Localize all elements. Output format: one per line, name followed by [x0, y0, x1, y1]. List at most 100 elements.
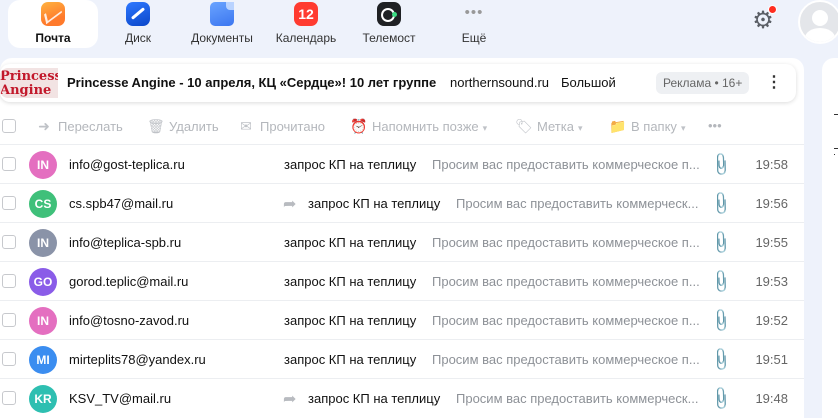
sender-address: info@gost-teplica.ru — [69, 157, 185, 172]
panel-mark — [834, 154, 835, 155]
sender-address: info@teplica-spb.ru — [69, 235, 182, 250]
chevron-down-icon: ▾ — [680, 123, 686, 133]
sender-address: gorod.teplic@mail.ru — [69, 274, 189, 289]
email-subject: запрос КП на теплицу — [308, 391, 441, 406]
folder-icon: 📁 — [609, 118, 627, 134]
ad-banner[interactable]: Princesse Angine Princesse Angine - 10 а… — [0, 64, 796, 102]
attachment-icon: 📎 — [707, 269, 734, 296]
sender-avatar: IN — [29, 229, 57, 257]
sender-address: cs.spb47@mail.ru — [69, 196, 174, 211]
sender-avatar: CS — [29, 190, 57, 218]
email-snippet: Просим вас предоставить коммерческое п..… — [432, 274, 700, 289]
app-documents[interactable]: Документы — [177, 0, 267, 48]
move-to-folder-button[interactable]: 📁 В папку ▾ — [609, 117, 685, 135]
email-time: 19:52 — [755, 313, 788, 328]
app-switcher-bar: Почта Диск Документы 12 Календарь Телемо… — [0, 0, 838, 54]
row-checkbox[interactable] — [2, 157, 16, 171]
tag-icon: 🏷 — [515, 118, 533, 134]
email-time: 19:55 — [755, 235, 788, 250]
envelope-open-icon: ✉ — [240, 118, 252, 134]
ad-menu-icon[interactable]: ⋮ — [766, 72, 782, 94]
attachment-icon: 📎 — [707, 308, 734, 335]
app-label: Документы — [191, 31, 253, 45]
ad-extra-text: Большой — [561, 75, 616, 90]
panel-mark — [834, 114, 838, 115]
app-disk[interactable]: Диск — [93, 0, 183, 48]
more-actions-button[interactable]: ••• — [708, 117, 722, 135]
ad-title[interactable]: Princesse Angine - 10 апреля, КЦ «Сердце… — [67, 75, 436, 90]
email-time: 19:48 — [755, 391, 788, 406]
email-subject: запрос КП на теплицу — [284, 313, 417, 328]
toolbar-label: Напомнить позже — [372, 119, 479, 134]
email-row[interactable]: MI mirteplits78@yandex.ru запрос КП на т… — [0, 339, 804, 378]
toolbar-label: Удалить — [169, 119, 219, 134]
label-button[interactable]: 🏷 Метка ▾ — [515, 117, 582, 135]
attachment-icon: 📎 — [707, 386, 734, 413]
attachment-icon: 📎 — [707, 191, 734, 218]
user-avatar[interactable] — [798, 0, 838, 44]
email-time: 19:56 — [755, 196, 788, 211]
email-time: 19:51 — [755, 352, 788, 367]
email-snippet: Просим вас предоставить коммерческое п..… — [432, 352, 700, 367]
app-more[interactable]: ••• Ещё — [429, 0, 519, 48]
sender-avatar: GO — [29, 268, 57, 296]
forward-button[interactable]: ➜ Переслать — [36, 117, 123, 135]
attachment-icon: 📎 — [707, 152, 734, 179]
row-checkbox[interactable] — [2, 196, 16, 210]
row-checkbox[interactable] — [2, 274, 16, 288]
email-row[interactable]: KR KSV_TV@mail.ru ➦ запрос КП на теплицу… — [0, 378, 804, 417]
email-snippet: Просим вас предоставить коммерческ... — [456, 196, 699, 211]
app-label: Телемост — [362, 31, 416, 45]
ad-logo-text: Angine — [0, 83, 52, 98]
email-row[interactable]: IN info@gost-teplica.ru запрос КП на теп… — [0, 144, 804, 183]
delete-button[interactable]: 🗑 Удалить — [147, 117, 219, 135]
forward-icon: ➜ — [38, 118, 50, 134]
telemost-icon — [377, 2, 401, 26]
remind-later-button[interactable]: ⏰ Напомнить позже ▾ — [350, 117, 487, 135]
more-icon: ••• — [464, 4, 484, 21]
toolbar-label: В папку — [631, 119, 677, 134]
ad-logo: Princesse Angine — [0, 68, 58, 98]
email-row[interactable]: IN info@teplica-spb.ru запрос КП на тепл… — [0, 222, 804, 261]
chevron-down-icon: ▾ — [577, 123, 583, 133]
app-label: Почта — [35, 31, 71, 45]
email-row[interactable]: CS cs.spb47@mail.ru ➦ запрос КП на тепли… — [0, 183, 804, 222]
panel-mark — [834, 148, 838, 149]
forwarded-icon: ➦ — [283, 196, 297, 213]
row-checkbox[interactable] — [2, 235, 16, 249]
app-telemost[interactable]: Телемост — [344, 0, 434, 48]
row-checkbox[interactable] — [2, 313, 16, 327]
email-row[interactable]: GO gorod.teplic@mail.ru запрос КП на теп… — [0, 261, 804, 300]
email-row[interactable]: IN info@tosno-zavod.ru запрос КП на тепл… — [0, 300, 804, 339]
email-time: 19:53 — [755, 274, 788, 289]
sender-avatar: KR — [29, 385, 57, 413]
sender-address: info@tosno-zavod.ru — [69, 313, 190, 328]
mail-toolbar: ➜ Переслать 🗑 Удалить ✉ Прочитано ⏰ Напомнит… — [0, 110, 804, 142]
ad-badge: Реклама • 16+ — [656, 72, 750, 94]
sender-avatar: MI — [29, 346, 57, 374]
row-checkbox[interactable] — [2, 352, 16, 366]
email-snippet: Просим вас предоставить коммерческ... — [456, 391, 699, 406]
mark-read-button[interactable]: ✉ Прочитано — [238, 117, 325, 135]
sender-address: mirteplits78@yandex.ru — [69, 352, 206, 367]
app-label: Календарь — [275, 31, 337, 45]
calendar-icon: 12 — [294, 2, 318, 26]
email-subject: запрос КП на теплицу — [284, 235, 417, 250]
documents-icon — [210, 2, 234, 26]
attachment-icon: 📎 — [707, 230, 734, 257]
email-snippet: Просим вас предоставить коммерческое п..… — [432, 235, 700, 250]
mail-panel: Princesse Angine Princesse Angine - 10 а… — [0, 58, 804, 418]
select-all-checkbox[interactable] — [2, 119, 16, 133]
app-label: Диск — [124, 31, 152, 45]
reminder-icon: ⏰ — [350, 118, 368, 134]
ad-logo-text: Princesse — [0, 69, 58, 84]
email-subject: запрос КП на теплицу — [284, 274, 417, 289]
notification-dot — [768, 5, 777, 14]
email-snippet: Просим вас предоставить коммерческое п..… — [432, 157, 700, 172]
app-mail[interactable]: Почта — [8, 0, 98, 48]
ad-domain[interactable]: northernsound.ru — [450, 75, 549, 90]
app-calendar[interactable]: 12 Календарь — [261, 0, 351, 48]
more-icon: ••• — [708, 118, 722, 133]
right-side-panel — [822, 58, 838, 418]
row-checkbox[interactable] — [2, 391, 16, 405]
